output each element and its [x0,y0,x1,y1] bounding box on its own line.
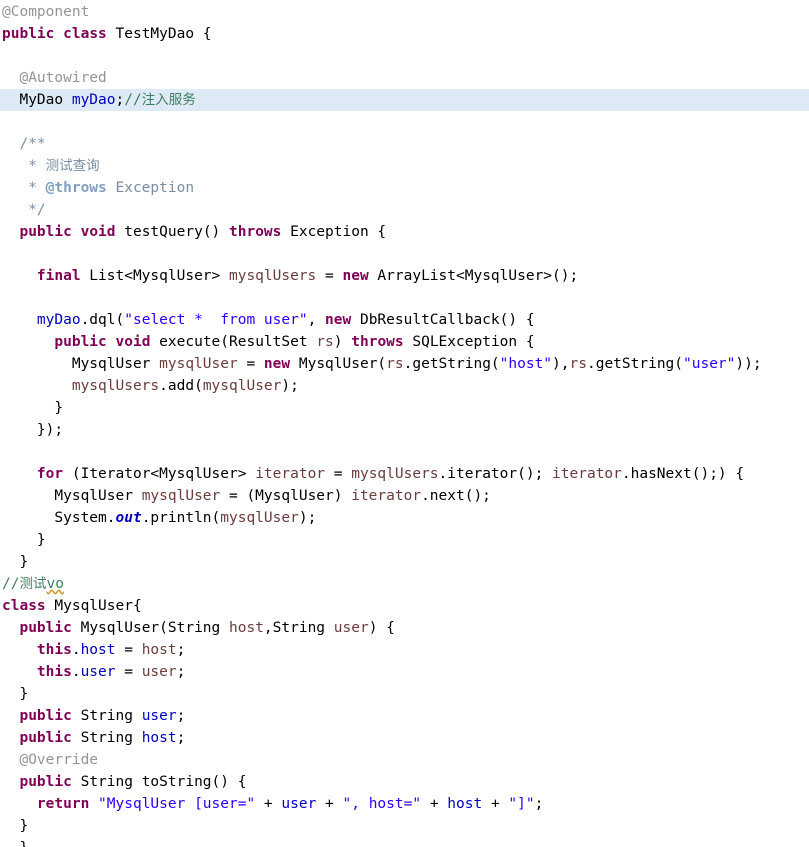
code-line[interactable]: System.out.println(mysqlUser); [0,507,809,529]
type-name-testmydao: TestMyDao { [106,26,212,42]
code-line-blank[interactable] [0,287,809,309]
code-line[interactable]: */ [0,199,809,221]
code-line[interactable]: myDao.dql("select * from user", new DbRe… [0,309,809,331]
param-rs: rs [316,334,334,350]
field-decl-host: host [141,730,177,746]
code-line[interactable]: public void testQuery() throws Exception… [0,221,809,243]
code-line[interactable]: this.host = host; [0,639,809,661]
field-user: user [80,664,116,680]
field-decl-user: user [141,708,177,724]
field-ref-mydao: myDao [36,312,81,328]
code-line[interactable]: }); [0,419,809,441]
code-line[interactable]: class MysqlUser{ [0,595,809,617]
code-line[interactable]: MysqlUser mysqlUser = (MysqlUser) iterat… [0,485,809,507]
string-tostring-prefix: "MysqlUser [user=" [98,796,256,812]
code-line-blank[interactable] [0,111,809,133]
string-host: "host" [499,356,553,372]
javadoc-open: /** [2,136,46,152]
code-line[interactable]: * 测试查询 [0,155,809,177]
field-mydao: myDao [71,92,116,108]
code-line-blank[interactable] [0,243,809,265]
code-line[interactable]: public String user; [0,705,809,727]
code-line[interactable]: return "MysqlUser [user=" + user + ", ho… [0,793,809,815]
code-line[interactable]: MysqlUser mysqlUser = new MysqlUser(rs.g… [0,353,809,375]
annotation-component: @Component [2,4,90,20]
string-tostring-mid: ", host=" [342,796,422,812]
code-line[interactable]: * @throws Exception [0,177,809,199]
javadoc-text: * 测试查询 [2,158,100,174]
comment-test-vo: //测试vo [2,576,64,592]
var-iterator: iterator [255,466,326,482]
code-line[interactable]: @Autowired [0,67,809,89]
code-line[interactable]: } [0,529,809,551]
code-line[interactable]: final List<MysqlUser> mysqlUsers = new A… [0,265,809,287]
code-line[interactable]: public MysqlUser(String host,String user… [0,617,809,639]
annotation-override: @Override [19,752,99,768]
field-host: host [80,642,116,658]
code-editor[interactable]: @Component public class TestMyDao { @Aut… [0,0,809,847]
code-line-clipped[interactable]: } [0,837,809,847]
code-line[interactable]: //测试vo [0,573,809,595]
code-line-blank[interactable] [0,45,809,67]
string-select-query: "select * from user" [124,312,308,328]
code-line[interactable]: mysqlUsers.add(mysqlUser); [0,375,809,397]
method-testquery: testQuery() [115,224,230,240]
code-line[interactable]: for (Iterator<MysqlUser> iterator = mysq… [0,463,809,485]
code-line-blank[interactable] [0,441,809,463]
code-line[interactable]: } [0,397,809,419]
inline-comment: //注入服务 [124,92,196,108]
javadoc-close: */ [2,202,46,218]
constructor-mysqluser: MysqlUser(String [71,620,229,636]
string-tostring-suffix: "]" [508,796,535,812]
annotation-autowired: @Autowired [19,70,107,86]
code-line-highlighted[interactable]: MyDao myDao;//注入服务 [0,89,809,111]
code-line[interactable]: } [0,815,809,837]
param-host: host [229,620,264,636]
code-line[interactable]: public String toString() { [0,771,809,793]
code-line[interactable]: @Component [0,1,809,23]
code-line[interactable]: /** [0,133,809,155]
string-user: "user" [683,356,736,372]
code-line[interactable]: this.user = user; [0,661,809,683]
code-line[interactable]: public String host; [0,727,809,749]
var-mysqlusers: mysqlUsers [228,268,317,284]
method-tostring: String toString() { [71,774,247,790]
code-line[interactable]: } [0,683,809,705]
static-field-out: out [115,510,142,526]
param-user: user [333,620,369,636]
javadoc-tag-throws: @throws [45,180,107,196]
code-line[interactable]: public class TestMyDao { [0,23,809,45]
var-mysqluser: mysqlUser [159,356,238,372]
code-line[interactable]: public void execute(ResultSet rs) throws… [0,331,809,353]
code-line[interactable]: @Override [0,749,809,771]
method-execute: execute(ResultSet [150,334,317,350]
code-line[interactable]: } [0,551,809,573]
type-name-mysqluser: MysqlUser{ [45,598,142,614]
